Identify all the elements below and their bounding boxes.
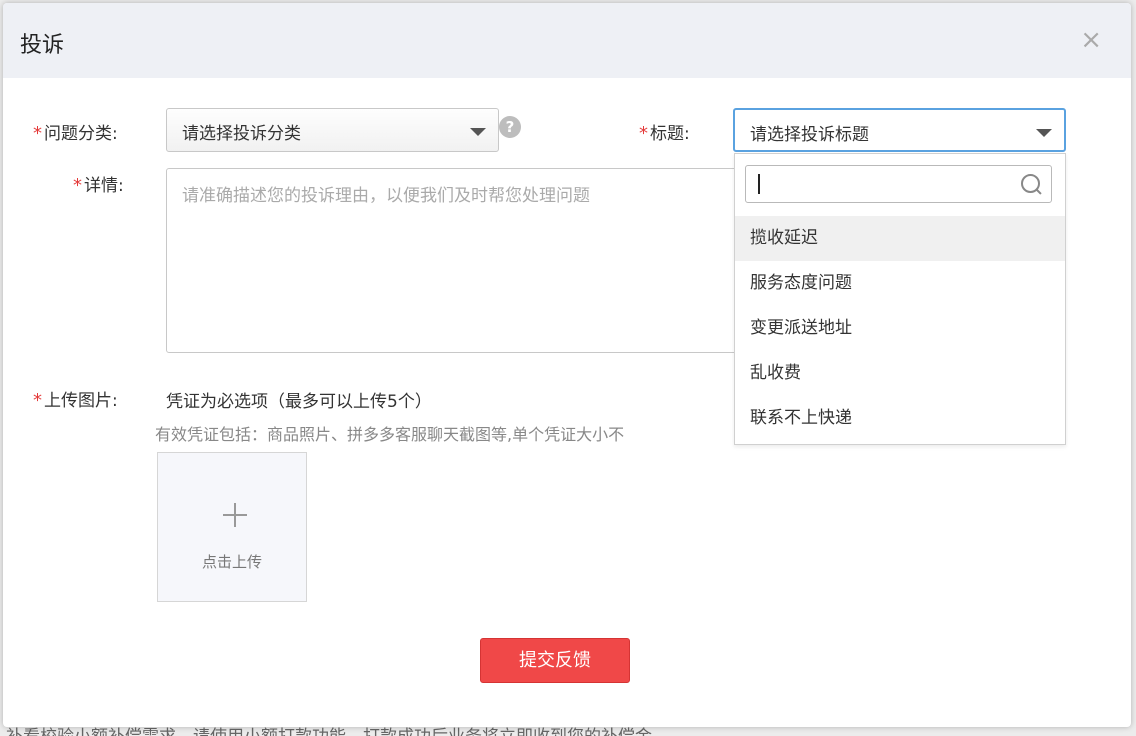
submit-button[interactable]: 提交反馈 — [480, 638, 630, 683]
category-select[interactable]: 请选择投诉分类 — [166, 108, 499, 152]
close-icon[interactable]: × — [1080, 27, 1102, 53]
category-select-value: 请选择投诉分类 — [182, 124, 301, 144]
category-label: * 问题分类: — [33, 123, 118, 144]
help-icon[interactable]: ? — [499, 116, 521, 138]
dropdown-search-input[interactable] — [745, 165, 1052, 203]
upload-button[interactable]: 点击上传 — [157, 452, 307, 602]
title-label: * 标题: — [639, 123, 690, 144]
dropdown-list: 揽收延迟 服务态度问题 变更派送地址 乱收费 联系不上快递 — [735, 216, 1065, 441]
detail-textarea[interactable]: 请准确描述您的投诉理由，以便我们及时帮您处理问题 — [166, 168, 766, 353]
required-mark: * — [73, 175, 82, 196]
title-select[interactable]: 请选择投诉标题 — [733, 108, 1066, 152]
dropdown-item[interactable]: 变更派送地址 — [735, 306, 1065, 351]
plus-icon — [223, 503, 247, 527]
required-mark: * — [33, 390, 42, 411]
dialog-title: 投诉 — [20, 33, 65, 58]
search-icon — [1021, 174, 1043, 196]
dropdown-item[interactable]: 揽收延迟 — [735, 216, 1065, 261]
complaint-dialog: 投诉 × * 问题分类: 请选择投诉分类 ? * 标题: 请选择投诉标题 * 详情: … — [3, 3, 1131, 727]
upload-description: 有效凭证包括：商品照片、拼多多客服聊天截图等,单个凭证大小不 — [155, 425, 625, 444]
required-mark: * — [33, 123, 42, 144]
title-select-value: 请选择投诉标题 — [750, 125, 869, 145]
dropdown-item[interactable]: 联系不上快递 — [735, 396, 1065, 441]
dialog-header: 投诉 × — [3, 3, 1131, 78]
dropdown-item[interactable]: 服务态度问题 — [735, 261, 1065, 306]
chevron-down-icon — [1036, 129, 1052, 137]
required-mark: * — [639, 123, 648, 144]
upload-button-label: 点击上传 — [201, 553, 262, 571]
chevron-down-icon — [470, 128, 486, 136]
dropdown-item[interactable]: 乱收费 — [735, 351, 1065, 396]
upload-hint: 凭证为必选项（最多可以上传5个） — [166, 392, 432, 412]
title-dropdown: 揽收延迟 服务态度问题 变更派送地址 乱收费 联系不上快递 — [734, 153, 1066, 445]
text-cursor — [758, 174, 760, 194]
detail-label: * 详情: — [73, 175, 124, 196]
upload-label: * 上传图片: — [33, 390, 118, 411]
